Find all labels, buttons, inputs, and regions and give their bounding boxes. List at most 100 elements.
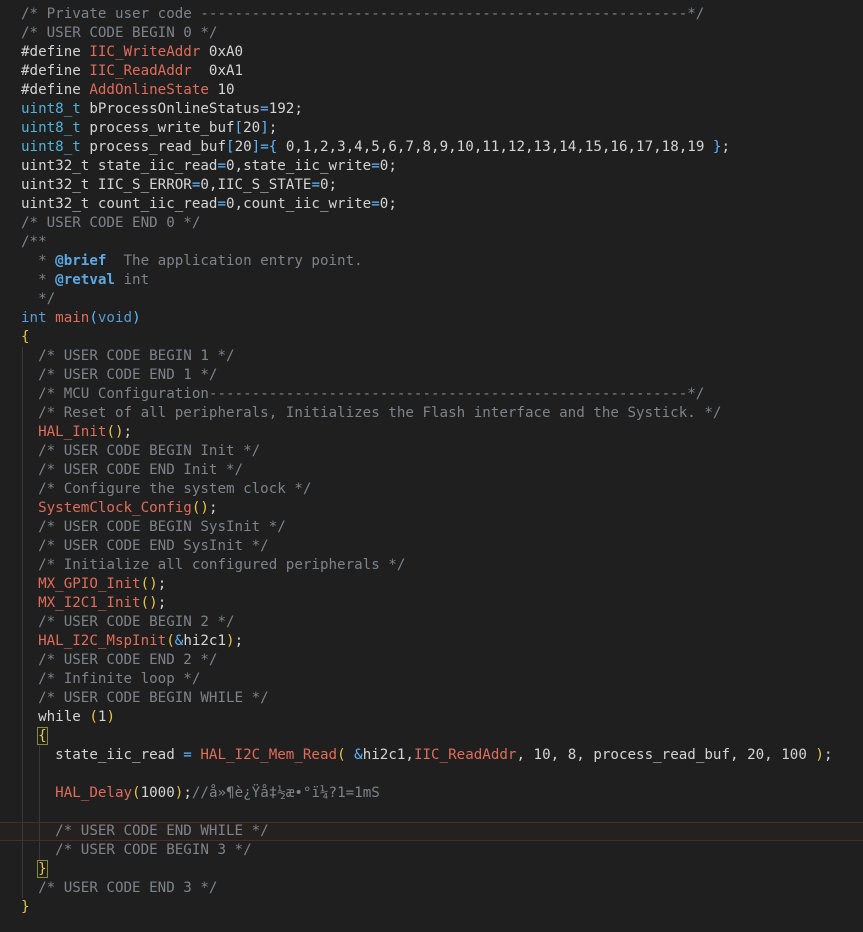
- code-token: /* Configure the system clock */: [21, 481, 312, 497]
- code-line[interactable]: /* USER CODE BEGIN 3 */: [0, 841, 863, 860]
- code-line[interactable]: uint8_t bProcessOnlineStatus=192;: [0, 100, 863, 119]
- code-token: /* Private user code -------------------…: [21, 6, 705, 22]
- code-line[interactable]: /* USER CODE END 3 */: [0, 879, 863, 898]
- code-token: process_read_buf: [80, 139, 227, 155]
- code-line[interactable]: uint32_t state_iic_read=0,state_iic_writ…: [0, 157, 863, 176]
- code-line[interactable]: SystemClock_Config();: [0, 499, 863, 518]
- code-line[interactable]: HAL_Init();: [0, 423, 863, 442]
- code-token: ): [815, 747, 824, 763]
- code-line[interactable]: /* MCU Configuration--------------------…: [0, 385, 863, 404]
- code-token: (): [140, 576, 158, 592]
- code-token: IIC_ReadAddr: [89, 63, 192, 79]
- code-line[interactable]: /* USER CODE END 2 */: [0, 651, 863, 670]
- code-line[interactable]: /* USER CODE END 0 */: [0, 214, 863, 233]
- code-line[interactable]: /* Private user code -------------------…: [0, 5, 863, 24]
- code-token: =: [371, 158, 380, 174]
- code-line[interactable]: HAL_I2C_MspInit(&hi2c1);: [0, 632, 863, 651]
- code-line[interactable]: uint32_t count_iic_read=0,count_iic_writ…: [0, 195, 863, 214]
- code-text: /* USER CODE BEGIN 2 */: [21, 613, 234, 632]
- code-text: /* USER CODE BEGIN Init */: [21, 442, 260, 461]
- code-token: 0;: [379, 196, 397, 212]
- code-token: &: [354, 747, 363, 763]
- code-token: ;: [268, 120, 278, 136]
- code-line[interactable]: /* Configure the system clock */: [0, 480, 863, 499]
- code-line[interactable]: HAL_Delay(1000);//å»¶è¿Ÿå‡½æ•°ï¼?1=1mS: [0, 784, 863, 803]
- code-line[interactable]: [0, 803, 863, 822]
- code-text: MX_I2C1_Init();: [21, 594, 166, 613]
- code-line[interactable]: #define IIC_WriteAddr 0xA0: [0, 43, 863, 62]
- code-token: 0,IIC_S_STATE: [200, 177, 312, 193]
- code-text: while (1): [21, 708, 115, 727]
- code-editor[interactable]: /* Private user code -------------------…: [0, 0, 863, 932]
- code-line[interactable]: uint8_t process_read_buf[20]={ 0,1,2,3,4…: [0, 138, 863, 157]
- code-line[interactable]: /* USER CODE BEGIN 2 */: [0, 613, 863, 632]
- code-line[interactable]: #define AddOnlineState 10: [0, 81, 863, 100]
- code-line[interactable]: /* USER CODE BEGIN WHILE */: [0, 689, 863, 708]
- code-token: ;: [234, 633, 244, 649]
- code-line[interactable]: /**: [0, 233, 863, 252]
- code-line[interactable]: * @brief The application entry point.: [0, 252, 863, 271]
- code-line[interactable]: /* USER CODE END 1 */: [0, 366, 863, 385]
- code-token: #define: [21, 44, 90, 60]
- code-token: while: [21, 709, 90, 725]
- code-line[interactable]: /* USER CODE BEGIN Init */: [0, 442, 863, 461]
- code-token: ;: [183, 785, 192, 801]
- code-line[interactable]: [0, 765, 863, 784]
- code-line[interactable]: #define IIC_ReadAddr 0xA1: [0, 62, 863, 81]
- code-text: /* USER CODE BEGIN 1 */: [21, 347, 234, 366]
- code-text: uint32_t IIC_S_ERROR=0,IIC_S_STATE=0;: [21, 176, 337, 195]
- code-token: #define: [21, 63, 90, 79]
- code-line[interactable]: {: [0, 727, 863, 746]
- code-line[interactable]: /* USER CODE BEGIN 1 */: [0, 347, 863, 366]
- code-line[interactable]: }: [0, 898, 863, 917]
- code-line[interactable]: /* Reset of all peripherals, Initializes…: [0, 404, 863, 423]
- matched-bracket: {: [37, 727, 48, 745]
- code-line[interactable]: uint8_t process_write_buf[20];: [0, 119, 863, 138]
- code-line[interactable]: /* USER CODE END WHILE */: [0, 822, 863, 841]
- code-line[interactable]: state_iic_read = HAL_I2C_Mem_Read( &hi2c…: [0, 746, 863, 765]
- code-token: 192;: [268, 101, 303, 117]
- code-token: /* MCU Configuration--------------------…: [21, 386, 705, 402]
- code-token: MX_I2C1_Init: [38, 595, 141, 611]
- code-text: /* USER CODE END SysInit */: [21, 537, 269, 556]
- code-line[interactable]: /* USER CODE END Init */: [0, 461, 863, 480]
- code-token: int: [114, 272, 150, 288]
- code-line[interactable]: MX_GPIO_Init();: [0, 575, 863, 594]
- code-token: 1000: [140, 785, 175, 801]
- code-token: =: [260, 101, 269, 117]
- code-token: uint8_t: [21, 101, 81, 117]
- code-token: /* USER CODE BEGIN Init */: [21, 443, 261, 459]
- code-token: (): [191, 500, 209, 516]
- code-token: HAL_I2C_Mem_Read: [200, 747, 338, 763]
- code-token: =: [217, 158, 227, 174]
- code-token: /* USER CODE END 1 */: [21, 367, 218, 383]
- code-line[interactable]: /* USER CODE BEGIN SysInit */: [0, 518, 863, 537]
- code-text: HAL_Init();: [21, 423, 132, 442]
- code-line[interactable]: * @retval int: [0, 271, 863, 290]
- code-token: (: [89, 310, 98, 326]
- code-line[interactable]: uint32_t IIC_S_ERROR=0,IIC_S_STATE=0;: [0, 176, 863, 195]
- code-token: IIC_ReadAddr: [413, 747, 517, 763]
- code-token: (: [337, 747, 346, 763]
- code-token: uint8_t: [21, 120, 81, 136]
- code-line[interactable]: /* Infinite loop */: [0, 670, 863, 689]
- code-token: 0,1,2,3,4,5,6,7,8,9,10,11,12,13,14,15,16…: [277, 139, 713, 155]
- code-line[interactable]: */: [0, 290, 863, 309]
- code-token: hi2c1,: [362, 747, 414, 763]
- code-text: /* Initialize all configured peripherals…: [21, 556, 405, 575]
- code-line[interactable]: {: [0, 328, 863, 347]
- code-text: /* USER CODE END WHILE */: [21, 823, 269, 840]
- code-line[interactable]: /* USER CODE END SysInit */: [0, 537, 863, 556]
- code-text: */: [21, 290, 55, 309]
- code-token: */: [21, 291, 56, 307]
- code-line[interactable]: MX_I2C1_Init();: [0, 594, 863, 613]
- code-line[interactable]: /* USER CODE BEGIN 0 */: [0, 24, 863, 43]
- indent-guide: [22, 803, 23, 822]
- code-line[interactable]: /* Initialize all configured peripherals…: [0, 556, 863, 575]
- code-line[interactable]: int main(void): [0, 309, 863, 328]
- code-line[interactable]: }: [0, 860, 863, 879]
- code-line[interactable]: while (1): [0, 708, 863, 727]
- code-token: =: [217, 196, 227, 212]
- code-token: }: [21, 899, 30, 915]
